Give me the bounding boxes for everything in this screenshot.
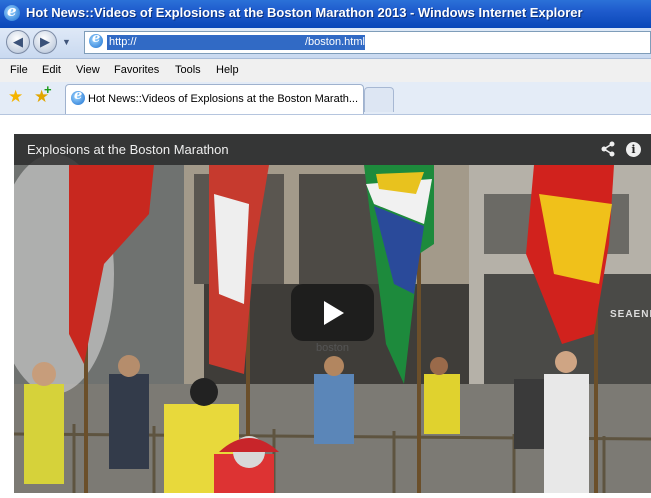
forward-button[interactable]: ▶: [33, 30, 57, 54]
video-title[interactable]: Explosions at the Boston Marathon: [27, 142, 229, 157]
video-player[interactable]: boston SEAENE Explosions at the Boston M…: [14, 134, 651, 493]
shop-sign: SEAENE: [610, 309, 651, 320]
back-arrow-icon: ◀: [13, 34, 23, 49]
tab-label: Hot News::Videos of Explosions at the Bo…: [88, 93, 359, 105]
menu-favorites[interactable]: Favorites: [114, 64, 159, 76]
menu-tools[interactable]: Tools: [175, 64, 201, 76]
tab-row: ★ ★ Hot News::Videos of Explosions at th…: [0, 82, 651, 115]
info-icon[interactable]: i: [626, 142, 641, 157]
chevron-down-icon[interactable]: ▼: [62, 37, 71, 47]
address-input[interactable]: http:// /boston.html: [84, 31, 651, 54]
menu-edit[interactable]: Edit: [42, 64, 61, 76]
add-favorite-icon[interactable]: ★: [34, 82, 52, 107]
url-selection[interactable]: http:// /boston.html: [107, 35, 365, 50]
window-titlebar[interactable]: Hot News::Videos of Explosions at the Bo…: [0, 0, 651, 28]
back-button[interactable]: ◀: [6, 30, 30, 54]
forward-arrow-icon: ▶: [40, 34, 50, 49]
storefront-sign: boston: [316, 342, 350, 354]
menu-bar: File Edit View Favorites Tools Help: [0, 59, 651, 83]
share-icon[interactable]: [600, 141, 616, 157]
play-button[interactable]: [291, 284, 374, 341]
new-tab-button[interactable]: [364, 87, 394, 112]
page-icon: [89, 31, 103, 48]
url-path: /boston.html: [305, 36, 365, 48]
ie-logo-icon: [4, 2, 20, 21]
url-scheme: http://: [109, 36, 137, 48]
page-content: boston SEAENE Explosions at the Boston M…: [0, 115, 651, 498]
star-icon[interactable]: ★: [8, 87, 23, 107]
video-title-bar: Explosions at the Boston Marathon i: [14, 134, 651, 165]
tab-active[interactable]: Hot News::Videos of Explosions at the Bo…: [65, 84, 364, 114]
navigation-bar: ◀ ▶ ▼ http:// /boston.html: [0, 28, 651, 59]
menu-view[interactable]: View: [76, 64, 100, 76]
menu-help[interactable]: Help: [216, 64, 239, 76]
window-title: Hot News::Videos of Explosions at the Bo…: [26, 5, 583, 20]
menu-file[interactable]: File: [10, 64, 28, 76]
ie-logo-icon: [71, 88, 85, 105]
